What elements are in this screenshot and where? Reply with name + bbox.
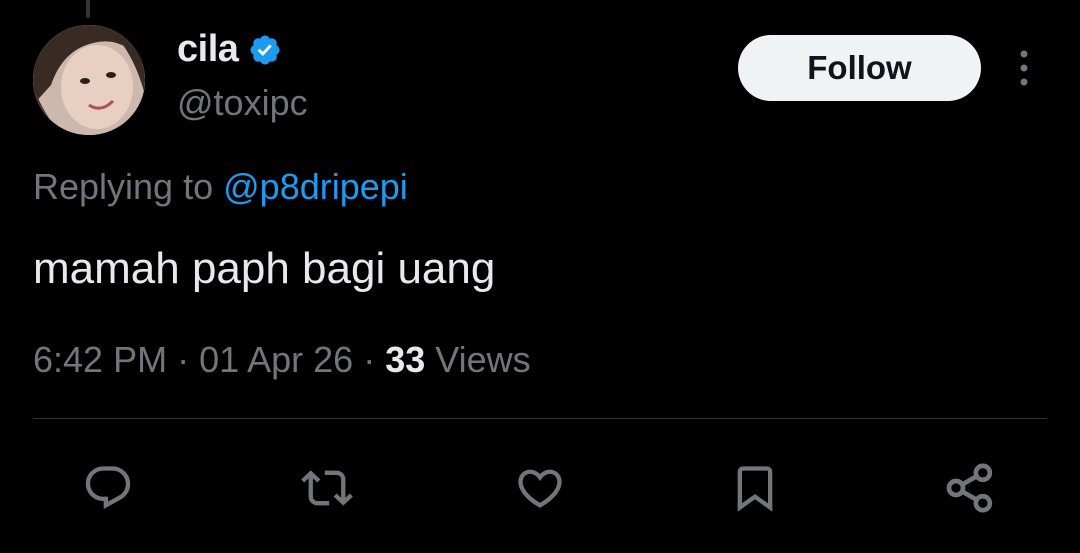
reply-button[interactable]	[80, 460, 136, 516]
tweet-date[interactable]: 01 Apr 26	[199, 339, 353, 380]
tweet-text: mamah paph bagi uang	[33, 244, 496, 293]
retweet-button[interactable]	[299, 460, 355, 516]
action-bar	[0, 460, 1080, 516]
share-button[interactable]	[942, 460, 998, 516]
follow-button[interactable]: Follow	[738, 35, 981, 101]
divider	[33, 418, 1047, 419]
bookmark-button[interactable]	[727, 460, 783, 516]
author-name-row: cila	[177, 28, 282, 71]
meta-separator: ·	[167, 339, 200, 380]
thread-connector	[86, 0, 90, 18]
like-button[interactable]	[512, 460, 568, 516]
replying-to-label: Replying to	[33, 166, 214, 207]
views-count: 33	[385, 339, 426, 380]
like-icon	[518, 469, 562, 508]
views-label: Views	[435, 339, 531, 380]
more-options-icon[interactable]	[1008, 46, 1040, 90]
verified-badge-icon	[248, 33, 282, 67]
mention-link[interactable]: @p8dripepi	[223, 166, 408, 207]
share-icon	[946, 463, 993, 513]
retweet-icon	[301, 470, 353, 506]
avatar[interactable]	[33, 25, 145, 135]
bookmark-icon	[737, 466, 773, 512]
tweet-time[interactable]: 6:42 PM	[33, 339, 167, 380]
author-handle[interactable]: @toxipc	[177, 82, 308, 124]
replying-to: Replying to @p8dripepi	[33, 166, 408, 208]
reply-icon	[85, 466, 131, 510]
meta-separator: ·	[353, 339, 386, 380]
tweet-meta: 6:42 PM · 01 Apr 26 · 33 Views	[33, 339, 531, 381]
display-name[interactable]: cila	[177, 28, 239, 71]
